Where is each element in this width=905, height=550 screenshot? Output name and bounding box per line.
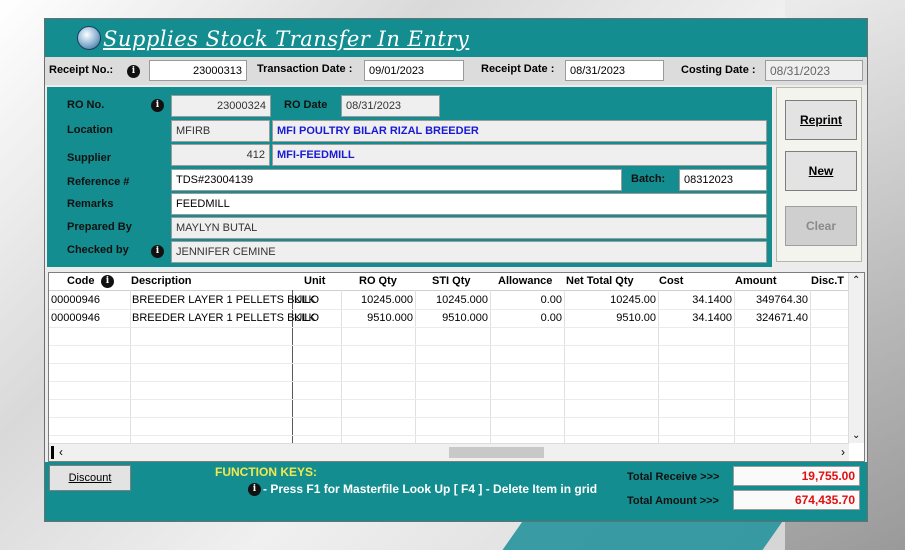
location-label: Location [67,124,113,136]
footer-panel: Discount FUNCTION KEYS: i - Press F1 for… [45,462,867,521]
scroll-down-icon[interactable]: ⌄ [852,430,860,441]
total-amount-field: 674,435.70 [733,490,860,510]
receipt-no-label: Receipt No.: [49,64,114,76]
new-button[interactable]: New [785,151,857,191]
cell-description[interactable]: BREEDER LAYER 1 PELLETS BULK [132,294,316,306]
location-code-field: MFIRB [171,120,270,142]
cell-code[interactable]: 00000946 [51,294,100,306]
cell-unit[interactable]: KILO [294,294,319,306]
entry-form-panel: RO No. i 23000324 RO Date 08/31/2023 Loc… [47,87,772,267]
reference-field[interactable]: TDS#23004139 [171,169,622,191]
scroll-up-icon[interactable]: ⌃ [852,275,860,286]
cell-cost[interactable]: 34.1400 [660,294,732,306]
col-header-net-total-qty[interactable]: Net Total Qty [566,275,634,287]
scroll-thumb[interactable] [449,447,544,458]
total-amount-label: Total Amount >>> [627,495,719,507]
transaction-date-field[interactable]: 09/01/2023 [364,60,464,81]
cell-allowance[interactable]: 0.00 [492,294,562,306]
reprint-button[interactable]: Reprint [785,100,857,140]
vertical-scrollbar[interactable]: ⌃ ⌄ [848,273,864,443]
col-header-code[interactable]: Code [67,275,95,287]
cell-ro-qty[interactable]: 10245.000 [343,294,413,306]
col-header-sti-qty[interactable]: STI Qty [432,275,471,287]
code-lookup-info-icon[interactable]: i [101,275,114,288]
table-row[interactable]: 00000946 BREEDER LAYER 1 PELLETS BULK KI… [49,309,849,328]
batch-label: Batch: [631,173,666,185]
total-receive-label: Total Receive >>> [627,471,720,483]
ro-no-label: RO No. [67,99,105,111]
supplier-code-field: 412 [171,144,270,166]
checked-by-label: Checked by [67,244,129,256]
cell-cost[interactable]: 34.1400 [660,312,732,324]
clear-button[interactable]: Clear [785,206,857,246]
ro-no-field[interactable]: 23000324 [171,95,271,117]
header-row: Receipt No.: i 23000313 Transaction Date… [45,57,867,85]
checked-by-field[interactable]: JENNIFER CEMINE [171,241,767,263]
cell-code[interactable]: 00000946 [51,312,100,324]
horizontal-scrollbar[interactable]: ‹ › [49,443,849,461]
cell-net-total-qty[interactable]: 9510.00 [566,312,656,324]
cell-amount[interactable]: 324671.40 [736,312,808,324]
col-header-unit[interactable]: Unit [304,275,325,287]
items-grid[interactable]: Code i Description Unit RO Qty STI Qty A… [48,272,865,462]
cell-amount[interactable]: 349764.30 [736,294,808,306]
receipt-lookup-info-icon[interactable]: i [127,65,140,78]
transaction-date-label: Transaction Date : [257,63,353,75]
reference-label: Reference # [67,176,130,188]
cell-sti-qty[interactable]: 9510.000 [417,312,488,324]
col-header-ro-qty[interactable]: RO Qty [359,275,397,287]
costing-date-label: Costing Date : [681,64,756,76]
col-header-allowance[interactable]: Allowance [498,275,552,287]
costing-date-field: 08/31/2023 [765,60,863,81]
col-header-amount[interactable]: Amount [735,275,777,287]
empty-row[interactable] [49,399,849,418]
supplier-name-field: MFI-FEEDMILL [272,144,767,166]
supplier-label: Supplier [67,152,112,164]
cell-sti-qty[interactable]: 10245.000 [417,294,488,306]
remarks-label: Remarks [67,198,114,210]
function-keys-info-icon: i [248,483,261,496]
function-keys-text: - Press F1 for Masterfile Look Up [ F4 ]… [263,482,598,496]
action-button-panel: Reprint New Clear [776,87,862,262]
cell-allowance[interactable]: 0.00 [492,312,562,324]
empty-row[interactable] [49,381,849,400]
cell-description[interactable]: BREEDER LAYER 1 PELLETS BULK [132,312,316,324]
total-receive-field: 19,755.00 [733,466,860,486]
ro-date-label: RO Date [284,99,328,111]
empty-row[interactable] [49,327,849,346]
text-cursor-icon [51,446,54,459]
prepared-by-label: Prepared By [67,221,132,233]
function-keys-title: FUNCTION KEYS: [215,465,317,479]
discount-button[interactable]: Discount [49,465,131,491]
cell-ro-qty[interactable]: 9510.000 [343,312,413,324]
cell-net-total-qty[interactable]: 10245.00 [566,294,656,306]
scroll-left-icon[interactable]: ‹ [59,445,63,459]
empty-row[interactable] [49,363,849,382]
grid-header: Code i Description Unit RO Qty STI Qty A… [49,273,849,291]
window-title: Supplies Stock Transfer In Entry [103,27,470,51]
ro-date-field: 08/31/2023 [341,95,440,117]
location-name-field: MFI POULTRY BILAR RIZAL BREEDER [272,120,767,142]
batch-field[interactable]: 08312023 [679,169,767,191]
receipt-date-field[interactable]: 08/31/2023 [565,60,664,81]
receipt-date-label: Receipt Date : [481,63,555,75]
remarks-field[interactable]: FEEDMILL [171,193,767,215]
col-header-description[interactable]: Description [131,275,192,287]
empty-row[interactable] [49,417,849,436]
checked-by-lookup-info-icon[interactable]: i [151,245,164,258]
col-header-disc[interactable]: Disc.T [811,275,844,287]
empty-row[interactable] [49,345,849,364]
prepared-by-field: MAYLYN BUTAL [171,217,767,239]
receipt-no-field[interactable]: 23000313 [149,60,247,81]
cell-unit[interactable]: KILO [294,312,319,324]
scroll-right-icon[interactable]: › [841,445,845,459]
app-globe-icon [77,26,101,50]
ro-lookup-info-icon[interactable]: i [151,99,164,112]
table-row[interactable]: 00000946 BREEDER LAYER 1 PELLETS BULK KI… [49,291,849,310]
stock-transfer-window: Supplies Stock Transfer In Entry Receipt… [44,18,868,522]
title-bar: Supplies Stock Transfer In Entry [45,19,867,57]
col-header-cost[interactable]: Cost [659,275,683,287]
